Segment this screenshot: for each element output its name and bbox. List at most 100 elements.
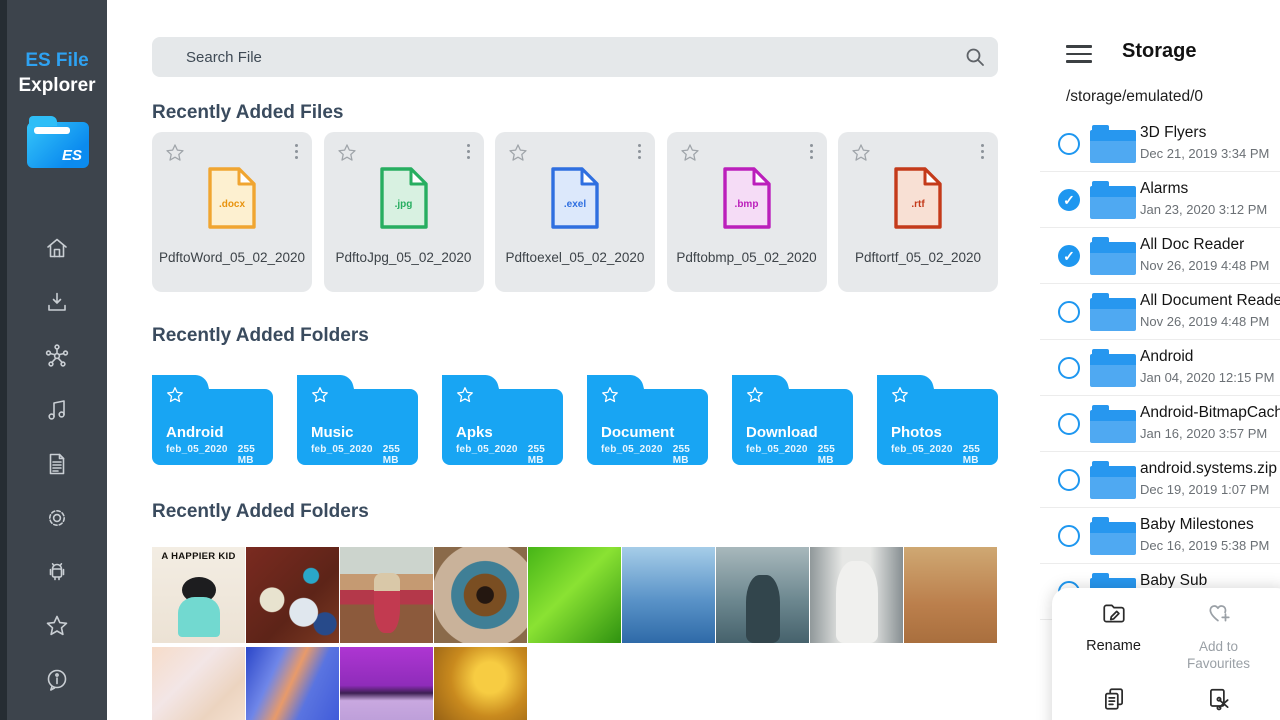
storage-item-date: Jan 04, 2020 12:15 PM xyxy=(1140,370,1274,385)
star-icon[interactable] xyxy=(679,142,701,169)
star-icon[interactable] xyxy=(310,385,330,410)
storage-row[interactable]: All Document Reader Nov 26, 2019 4:48 PM xyxy=(1040,284,1280,340)
file-card[interactable]: .exel Pdftoexel_05_02_2020 xyxy=(495,132,655,292)
menu-icon[interactable] xyxy=(1066,45,1092,63)
thumbnail-baby[interactable]: A HAPPIER KID xyxy=(152,547,245,643)
star-icon[interactable] xyxy=(600,385,620,410)
section-title-recent-files: Recently Added Files xyxy=(152,102,343,124)
sidebar-item-settings[interactable] xyxy=(43,506,71,534)
add-to-favourites-button[interactable]: Add to Favourites xyxy=(1166,600,1271,686)
folder-name: Apks xyxy=(456,424,493,441)
folder-date: feb_05_2020 xyxy=(891,444,953,465)
storage-item-date: Jan 16, 2020 3:57 PM xyxy=(1140,426,1267,441)
select-checkbox[interactable] xyxy=(1058,469,1080,491)
cut-button[interactable]: Cut xyxy=(1166,686,1271,720)
select-checkbox[interactable] xyxy=(1058,133,1080,155)
folder-date: feb_05_2020 xyxy=(746,444,808,465)
storage-row[interactable]: Android-BitmapCache Jan 16, 2020 3:57 PM xyxy=(1040,396,1280,452)
select-checkbox[interactable] xyxy=(1058,301,1080,323)
rename-button[interactable]: Rename xyxy=(1061,600,1166,686)
thumbnail-camels[interactable] xyxy=(904,547,997,643)
app-logo: ES File Explorer xyxy=(7,48,107,98)
folder-card-download[interactable]: Download feb_05_2020255 MB xyxy=(732,375,853,465)
file-card[interactable]: .bmp Pdftobmp_05_02_2020 xyxy=(667,132,827,292)
star-icon[interactable] xyxy=(890,385,910,410)
folder-icon xyxy=(1090,517,1136,555)
file-card[interactable]: .jpg PdftoJpg_05_02_2020 xyxy=(324,132,484,292)
thumbnail-green-leaves[interactable] xyxy=(528,547,621,643)
star-icon[interactable] xyxy=(455,385,475,410)
folder-size: 255 MB xyxy=(673,444,708,465)
select-checkbox[interactable] xyxy=(1058,413,1080,435)
cut-icon xyxy=(1206,686,1232,717)
storage-item-name: All Document Reader xyxy=(1140,292,1280,310)
star-icon[interactable] xyxy=(507,142,529,169)
folder-card-document[interactable]: Document feb_05_2020255 MB xyxy=(587,375,708,465)
storage-row[interactable]: Alarms Jan 23, 2020 3:12 PM xyxy=(1040,172,1280,228)
storage-list: 3D Flyers Dec 21, 2019 3:34 PM Alarms Ja… xyxy=(1040,116,1280,620)
select-checkbox[interactable] xyxy=(1058,357,1080,379)
more-options-icon[interactable] xyxy=(638,144,641,159)
storage-row[interactable]: Baby Milestones Dec 16, 2019 5:38 PM xyxy=(1040,508,1280,564)
thumbnail-art-table[interactable] xyxy=(246,547,339,643)
select-checkbox[interactable] xyxy=(1058,189,1080,211)
gear-icon xyxy=(44,505,70,536)
main-area: Recently Added Files .docx PdftoWord_05_… xyxy=(107,0,1040,720)
storage-item-date: Jan 23, 2020 3:12 PM xyxy=(1140,202,1267,217)
select-checkbox[interactable] xyxy=(1058,525,1080,547)
thumbnail-pastel[interactable] xyxy=(152,647,245,720)
storage-row[interactable]: All Doc Reader Nov 26, 2019 4:48 PM xyxy=(1040,228,1280,284)
folder-icon xyxy=(1090,237,1136,275)
thumbnail-eye[interactable] xyxy=(434,547,527,643)
sidebar-item-favorites[interactable] xyxy=(43,614,71,642)
folder-card-apks[interactable]: Apks feb_05_2020 255 MB xyxy=(442,375,563,465)
thumbnail-rain[interactable] xyxy=(716,547,809,643)
sidebar-item-about[interactable] xyxy=(43,668,71,696)
app-logo-folder-icon: ES xyxy=(27,122,89,168)
sidebar-item-music[interactable] xyxy=(43,398,71,426)
more-options-icon[interactable] xyxy=(981,144,984,159)
folder-card-android[interactable]: Android feb_05_2020255 MB xyxy=(152,375,273,465)
search-input[interactable] xyxy=(152,49,952,66)
file-extension: .bmp xyxy=(721,199,773,210)
star-icon[interactable] xyxy=(745,385,765,410)
star-icon[interactable] xyxy=(165,385,185,410)
section-title-recent-folders-2: Recently Added Folders xyxy=(152,501,369,523)
star-icon[interactable] xyxy=(336,142,358,169)
storage-row[interactable]: 3D Flyers Dec 21, 2019 3:34 PM xyxy=(1040,116,1280,172)
storage-title: Storage xyxy=(1122,40,1196,63)
more-options-icon[interactable] xyxy=(810,144,813,159)
sidebar-item-download[interactable] xyxy=(43,290,71,318)
star-icon[interactable] xyxy=(164,142,186,169)
sidebar-item-network[interactable] xyxy=(43,344,71,372)
sidebar-item-apps[interactable] xyxy=(43,560,71,588)
file-extension: .jpg xyxy=(378,199,430,210)
folder-date: feb_05_2020 xyxy=(456,444,518,465)
file-extension: .docx xyxy=(206,199,258,210)
thumbnail-paint-strokes[interactable] xyxy=(246,647,339,720)
storage-row[interactable]: Android Jan 04, 2020 12:15 PM xyxy=(1040,340,1280,396)
folder-card-music[interactable]: Music feb_05_2020255 MB xyxy=(297,375,418,465)
thumbnail-forest[interactable] xyxy=(434,647,527,720)
folder-card-photos[interactable]: Photos feb_05_2020255 MB xyxy=(877,375,998,465)
search-bar xyxy=(152,37,998,77)
thumbnail-dress[interactable] xyxy=(340,547,433,643)
thumbnail-blue-flowers[interactable] xyxy=(622,547,715,643)
copy-button[interactable]: Copy xyxy=(1061,686,1166,720)
file-name: Pdftortf_05_02_2020 xyxy=(842,250,994,265)
search-icon[interactable] xyxy=(952,46,998,68)
sidebar-item-home[interactable] xyxy=(43,236,71,264)
thumbnail-white-jacket[interactable] xyxy=(810,547,903,643)
sidebar-item-documents[interactable] xyxy=(43,452,71,480)
select-checkbox[interactable] xyxy=(1058,245,1080,267)
file-extension: .exel xyxy=(549,199,601,210)
star-icon[interactable] xyxy=(850,142,872,169)
file-card[interactable]: .docx PdftoWord_05_02_2020 xyxy=(152,132,312,292)
more-options-icon[interactable] xyxy=(295,144,298,159)
more-options-icon[interactable] xyxy=(467,144,470,159)
folder-size: 255 MB xyxy=(528,444,563,465)
storage-row[interactable]: android.systems.zip Dec 19, 2019 1:07 PM xyxy=(1040,452,1280,508)
file-card[interactable]: .rtf Pdftortf_05_02_2020 xyxy=(838,132,998,292)
file-extension: .rtf xyxy=(892,199,944,210)
thumbnail-bridge[interactable] xyxy=(340,647,433,720)
